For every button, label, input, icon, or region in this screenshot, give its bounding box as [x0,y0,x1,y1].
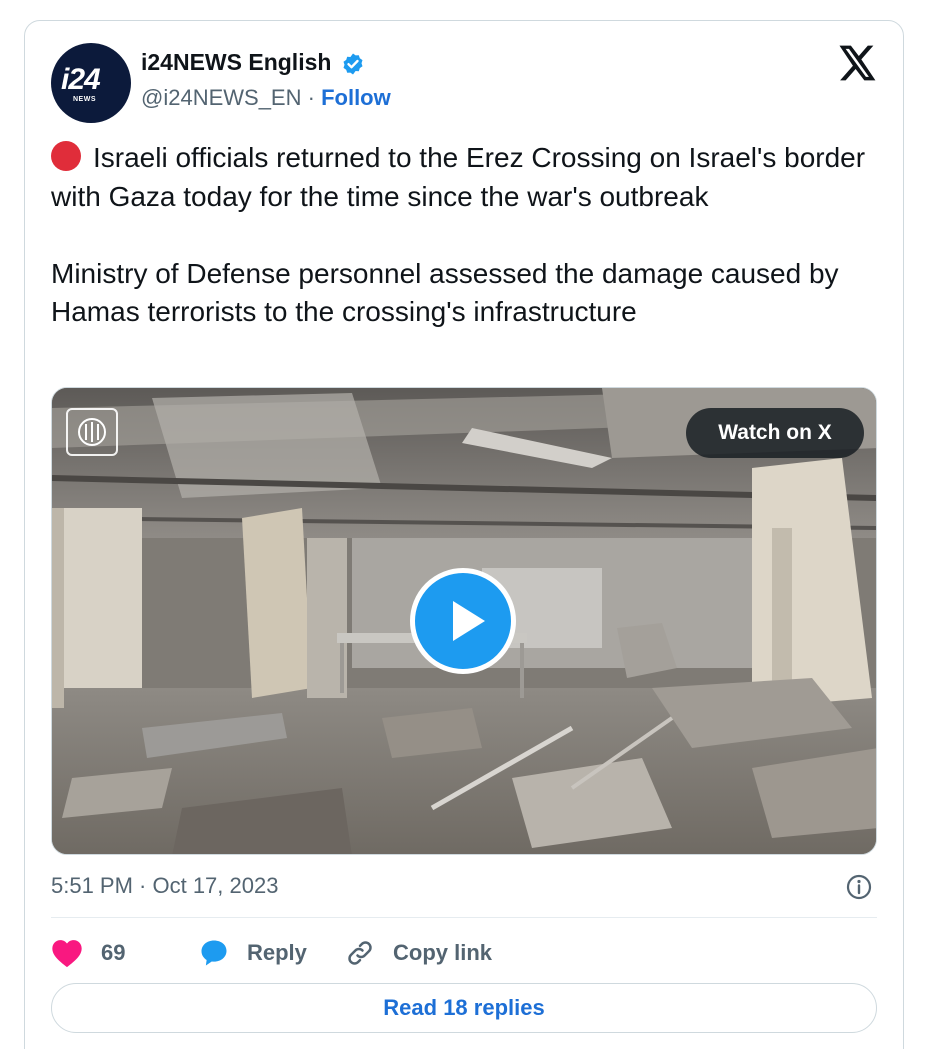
divider [51,917,877,918]
read-replies-button[interactable]: Read 18 replies [51,983,877,1033]
action-bar: 69 Reply Copy link [51,933,877,973]
play-icon [453,601,485,641]
author-avatar[interactable]: i24 NEWS [51,43,131,123]
info-icon[interactable] [845,873,873,901]
like-count: 69 [101,940,126,965]
copy-link-label: Copy link [393,940,493,965]
red-circle-icon [51,141,81,171]
tweet-card: i24 NEWS i24NEWS English @i24NEWS_EN · F… [24,20,904,1049]
tweet-paragraph-2: Ministry of Defense personnel assessed t… [51,257,847,328]
video-player[interactable]: Watch on X [51,387,877,855]
play-button[interactable] [410,568,516,674]
author-name[interactable]: i24NEWS English [141,49,331,76]
link-icon [348,941,372,965]
avatar-logo-text: i24 [61,63,101,96]
reply-bubble-icon [201,940,227,966]
tweet-timestamp[interactable]: 5:51 PM · Oct 17, 2023 [51,873,278,899]
verified-badge-icon [343,53,363,75]
heart-icon [52,940,82,968]
author-handle[interactable]: @i24NEWS_EN [141,85,302,110]
like-button[interactable]: 69 [51,933,125,973]
watch-on-x-button[interactable]: Watch on X [686,408,864,458]
reply-button[interactable]: Reply [199,933,307,973]
handle-separator: · [307,85,315,110]
handle-row: @i24NEWS_EN · Follow [141,85,391,111]
copy-link-button[interactable]: Copy link [345,933,492,973]
tweet-paragraph-1: Israeli officials returned to the Erez C… [51,142,873,212]
follow-button[interactable]: Follow [321,85,391,110]
reply-label: Reply [247,940,307,965]
tweet-text: Israeli officials returned to the Erez C… [51,139,881,332]
channel-watermark-logo [66,408,118,456]
avatar-logo-subtext: NEWS [73,96,96,103]
x-logo-icon[interactable] [839,45,877,81]
